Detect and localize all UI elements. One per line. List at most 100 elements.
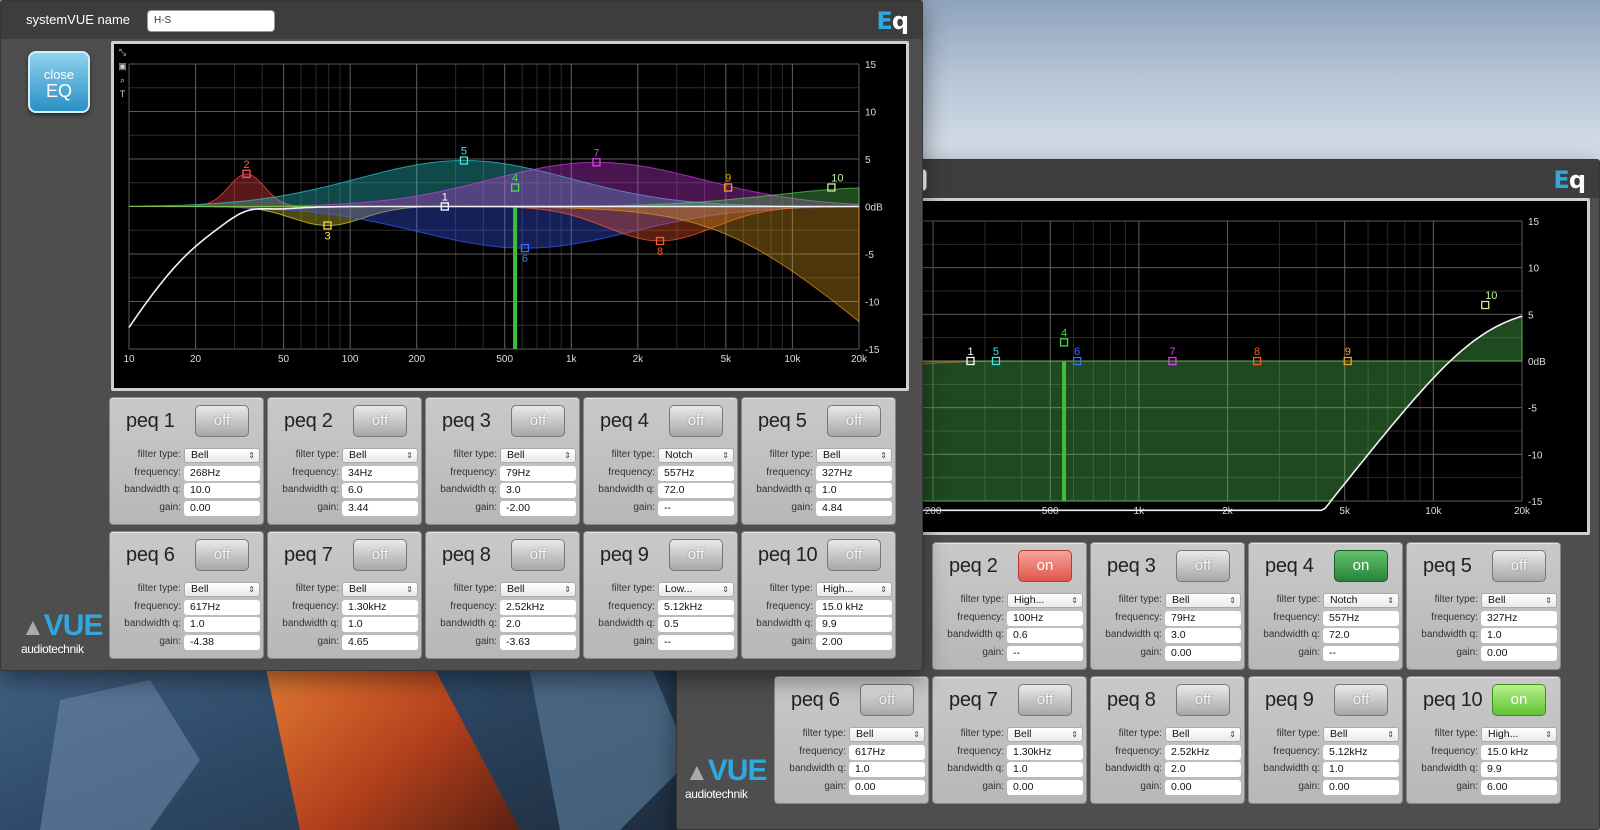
eq-window-front[interactable]: systemVUE name H-S Eq close EQ ⤡ ▣ ⌕ T 1… xyxy=(0,0,923,671)
eq-response-graph[interactable]: ⤡ ▣ ⌕ T 10 20 50 100 200 500 1k 2k 5k 10k 20k 15 10 5… xyxy=(111,41,909,391)
param-value-field[interactable]: 0.00 xyxy=(1165,779,1241,795)
param-value-field[interactable]: 3.0 xyxy=(1165,628,1241,643)
param-value-field[interactable]: -- xyxy=(1323,645,1399,661)
band-toggle-button[interactable]: on xyxy=(1018,550,1072,582)
param-value-field[interactable]: 1.0 xyxy=(1007,762,1083,777)
band-toggle-button[interactable]: off xyxy=(860,684,914,716)
param-value-field[interactable]: 617Hz xyxy=(849,744,925,760)
param-value-field[interactable]: 0.5 xyxy=(658,617,734,632)
filter-type-select[interactable]: Bell ⇕ xyxy=(849,727,925,742)
param-value-field[interactable]: -- xyxy=(1007,645,1083,661)
param-value-field[interactable]: 72.0 xyxy=(658,483,734,498)
filter-type-select[interactable]: High... ⇕ xyxy=(816,582,892,597)
param-value-field[interactable]: 79Hz xyxy=(1165,610,1241,626)
band-toggle-button[interactable]: off xyxy=(669,539,723,571)
filter-type-select[interactable]: High... ⇕ xyxy=(1481,727,1557,742)
filter-type-select[interactable]: Bell ⇕ xyxy=(1007,727,1083,742)
band-toggle-button[interactable]: off xyxy=(1018,684,1072,716)
param-value-field[interactable]: 1.30kHz xyxy=(342,599,418,615)
param-value-field[interactable]: 268Hz xyxy=(184,465,260,481)
param-value-field[interactable]: 2.0 xyxy=(500,617,576,632)
camera-icon[interactable]: ▣ xyxy=(117,61,128,72)
param-value-field[interactable]: 1.0 xyxy=(1481,628,1557,643)
param-value-field[interactable]: -2.00 xyxy=(500,500,576,516)
param-value-field[interactable]: 4.65 xyxy=(342,634,418,650)
band-marker[interactable] xyxy=(1481,300,1490,310)
band-toggle-button[interactable]: off xyxy=(195,539,249,571)
zoom-fit-icon[interactable]: ⤡ xyxy=(117,47,128,58)
param-value-field[interactable]: 0.00 xyxy=(1323,779,1399,795)
band-toggle-button[interactable]: off xyxy=(1492,550,1546,582)
param-value-field[interactable]: 15.0 kHz xyxy=(816,599,892,615)
filter-type-select[interactable]: Bell ⇕ xyxy=(342,582,418,597)
param-value-field[interactable]: 3.44 xyxy=(342,500,418,516)
band-toggle-button[interactable]: off xyxy=(827,539,881,571)
param-value-field[interactable]: -- xyxy=(658,634,734,650)
param-value-field[interactable]: 0.00 xyxy=(849,779,925,795)
param-value-field[interactable]: 1.30kHz xyxy=(1007,744,1083,760)
param-value-field[interactable]: 3.0 xyxy=(500,483,576,498)
param-value-field[interactable]: 327Hz xyxy=(816,465,892,481)
filter-type-select[interactable]: High... ⇕ xyxy=(1007,593,1083,608)
param-value-field[interactable]: 1.0 xyxy=(849,762,925,777)
param-value-field[interactable]: 0.00 xyxy=(1007,779,1083,795)
system-name-field[interactable]: H-S xyxy=(147,10,275,32)
text-tool-icon[interactable]: T xyxy=(117,89,128,100)
param-value-field[interactable]: 34Hz xyxy=(342,465,418,481)
title-bar[interactable]: systemVUE name H-S Eq xyxy=(1,1,922,39)
param-value-field[interactable]: 100Hz xyxy=(1007,610,1083,626)
band-toggle-button[interactable]: off xyxy=(511,405,565,437)
param-value-field[interactable]: 15.0 kHz xyxy=(1481,744,1557,760)
close-eq-button[interactable]: close EQ xyxy=(28,51,90,113)
param-value-field[interactable]: 6.00 xyxy=(1481,779,1557,795)
param-value-field[interactable]: 557Hz xyxy=(658,465,734,481)
filter-type-select[interactable]: Notch ⇕ xyxy=(658,448,734,463)
band-toggle-button[interactable]: off xyxy=(195,405,249,437)
band-toggle-button[interactable]: off xyxy=(669,405,723,437)
param-value-field[interactable]: 79Hz xyxy=(500,465,576,481)
param-value-field[interactable]: 9.9 xyxy=(816,617,892,632)
filter-type-select[interactable]: Bell ⇕ xyxy=(184,582,260,597)
filter-type-select[interactable]: Bell ⇕ xyxy=(1165,727,1241,742)
param-value-field[interactable]: 1.0 xyxy=(342,617,418,632)
filter-type-select[interactable]: Bell ⇕ xyxy=(500,448,576,463)
param-value-field[interactable]: -4.38 xyxy=(184,634,260,650)
param-value-field[interactable]: 1.0 xyxy=(184,617,260,632)
band-toggle-button[interactable]: off xyxy=(511,539,565,571)
band-toggle-button[interactable]: off xyxy=(1176,550,1230,582)
filter-type-select[interactable]: Low... ⇕ xyxy=(658,582,734,597)
filter-type-select[interactable]: Bell ⇕ xyxy=(500,582,576,597)
param-value-field[interactable]: 5.12kHz xyxy=(1323,744,1399,760)
band-toggle-button[interactable]: on xyxy=(1492,684,1546,716)
band-toggle-button[interactable]: off xyxy=(353,539,407,571)
param-value-field[interactable]: 1.0 xyxy=(1323,762,1399,777)
filter-type-select[interactable]: Bell ⇕ xyxy=(1323,727,1399,742)
param-value-field[interactable]: 2.0 xyxy=(1165,762,1241,777)
param-value-field[interactable]: 617Hz xyxy=(184,599,260,615)
param-value-field[interactable]: 9.9 xyxy=(1481,762,1557,777)
eq-response-plot[interactable]: 10 20 50 100 200 500 1k 2k 5k 10k 20k151050dB-5-10… xyxy=(114,44,906,388)
param-value-field[interactable]: -- xyxy=(658,500,734,516)
filter-type-select[interactable]: Bell ⇕ xyxy=(1481,593,1557,608)
param-value-field[interactable]: 6.0 xyxy=(342,483,418,498)
filter-type-select[interactable]: Bell ⇕ xyxy=(816,448,892,463)
param-value-field[interactable]: 2.52kHz xyxy=(1165,744,1241,760)
param-value-field[interactable]: 5.12kHz xyxy=(658,599,734,615)
param-value-field[interactable]: 557Hz xyxy=(1323,610,1399,626)
param-value-field[interactable]: 0.6 xyxy=(1007,628,1083,643)
band-toggle-button[interactable]: on xyxy=(1334,550,1388,582)
param-value-field[interactable]: 0.00 xyxy=(1165,645,1241,661)
filter-type-select[interactable]: Bell ⇕ xyxy=(184,448,260,463)
filter-type-select[interactable]: Bell ⇕ xyxy=(1165,593,1241,608)
param-value-field[interactable]: 72.0 xyxy=(1323,628,1399,643)
filter-type-select[interactable]: Notch ⇕ xyxy=(1323,593,1399,608)
band-toggle-button[interactable]: off xyxy=(353,405,407,437)
filter-type-select[interactable]: Bell ⇕ xyxy=(342,448,418,463)
param-value-field[interactable]: 1.0 xyxy=(816,483,892,498)
param-value-field[interactable]: -3.63 xyxy=(500,634,576,650)
magnifier-icon[interactable]: ⌕ xyxy=(117,75,128,86)
param-value-field[interactable]: 2.00 xyxy=(816,634,892,650)
band-toggle-button[interactable]: off xyxy=(827,405,881,437)
band-toggle-button[interactable]: off xyxy=(1334,684,1388,716)
param-value-field[interactable]: 2.52kHz xyxy=(500,599,576,615)
